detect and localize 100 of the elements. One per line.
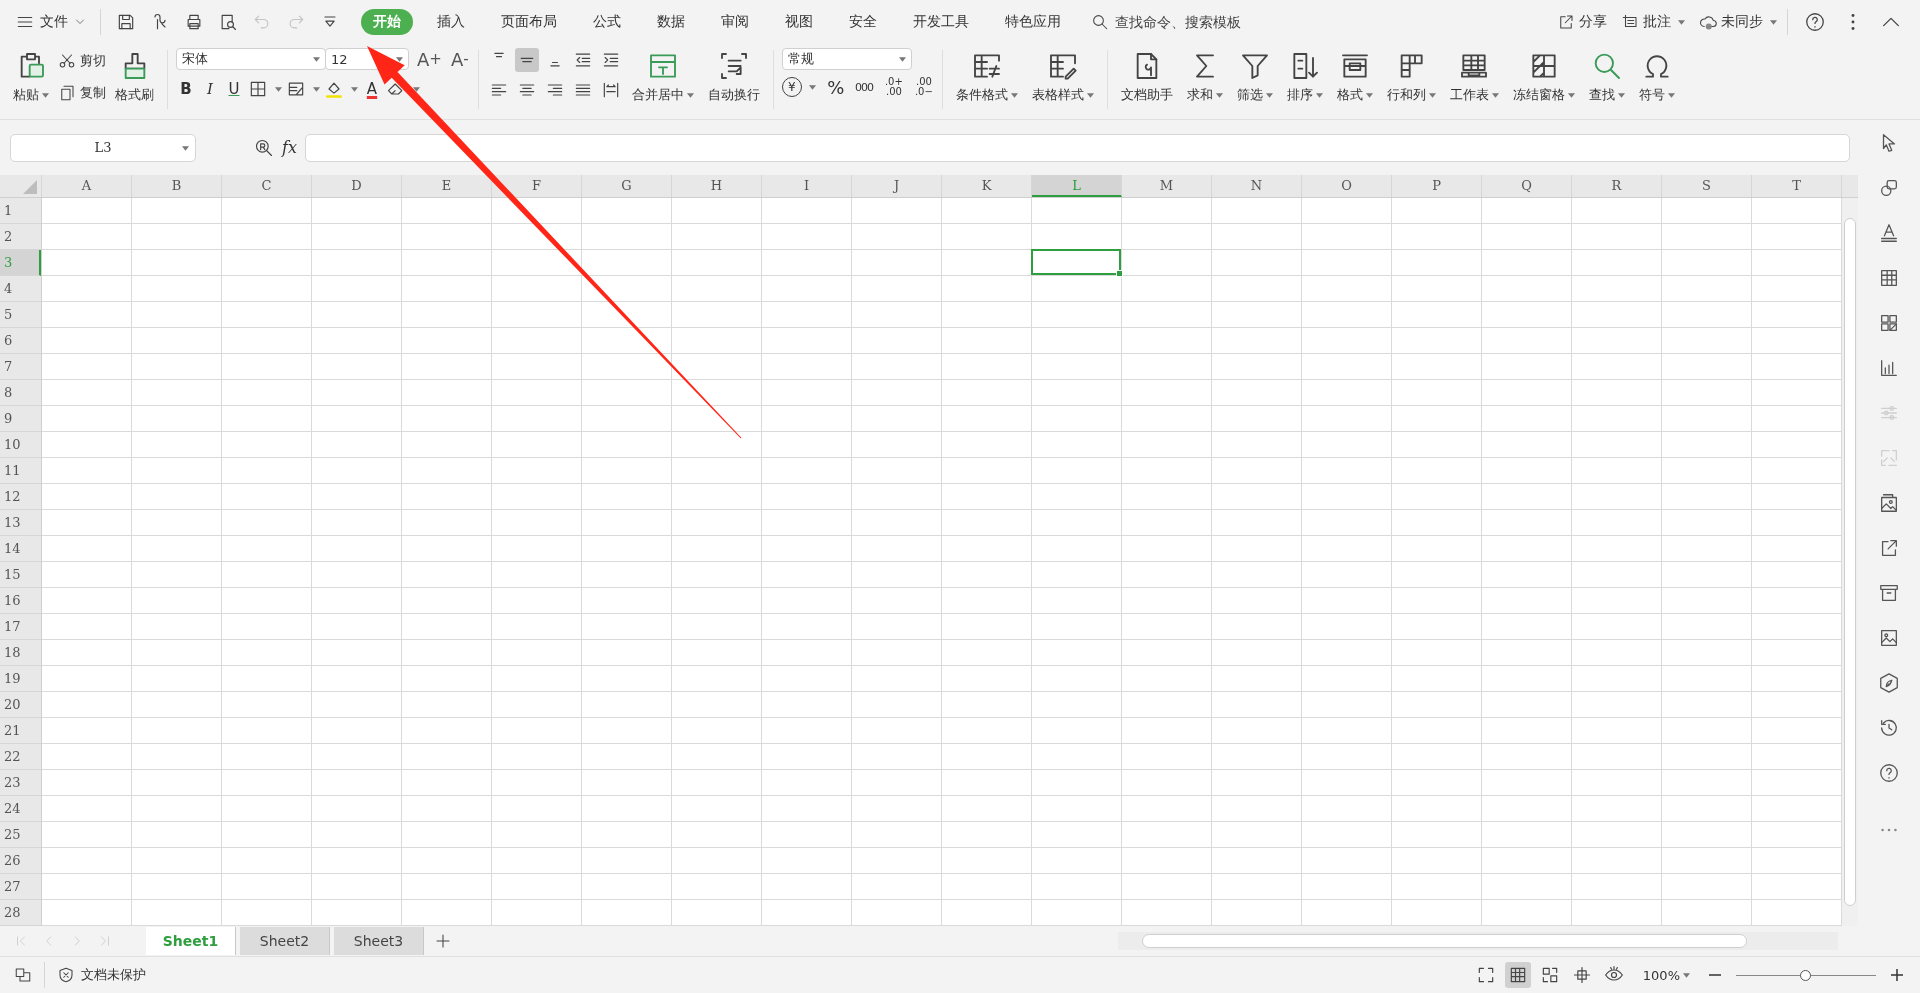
ribbon-tool-button[interactable]: 工作表 (1444, 48, 1504, 106)
thousands-separator-button[interactable]: 000 (853, 76, 874, 98)
horizontal-scrollbar[interactable] (1118, 932, 1838, 951)
column-header[interactable]: T (1752, 175, 1842, 198)
row-header[interactable]: 26 (0, 848, 41, 875)
borders-icon[interactable] (248, 79, 268, 99)
row-header[interactable]: 20 (0, 692, 41, 719)
image-icon[interactable] (1878, 627, 1900, 649)
text-style-icon[interactable] (1878, 222, 1900, 244)
row-header[interactable]: 12 (0, 484, 41, 511)
ribbon-tab[interactable]: 数据 (645, 9, 697, 35)
zoom-slider-thumb[interactable] (1800, 969, 1811, 981)
row-header[interactable]: 24 (0, 796, 41, 823)
sync-button[interactable]: 未同步 (1699, 13, 1777, 31)
hexagon-leaf-icon[interactable] (1878, 672, 1900, 694)
ribbon-tool-button[interactable]: 文档助手 (1115, 48, 1178, 106)
ribbon-tool-button[interactable]: 格式 (1331, 48, 1378, 106)
ribbon-tool-button[interactable]: 行和列 (1381, 48, 1441, 106)
copy-button[interactable]: 复制 (58, 80, 106, 106)
column-header[interactable]: B (132, 175, 222, 198)
row-header[interactable]: 6 (0, 328, 41, 355)
paste-button[interactable]: 粘贴 (8, 48, 54, 106)
increase-decimal-button[interactable]: .0+ .00 (883, 76, 904, 98)
row-header[interactable]: 16 (0, 588, 41, 615)
ribbon-tool-button[interactable]: 筛选 (1231, 48, 1278, 106)
function-label[interactable]: fx (282, 138, 297, 158)
column-header[interactable]: H (672, 175, 762, 198)
shapes-icon[interactable] (1878, 177, 1900, 199)
wrap-text-button[interactable]: 自动换行 (702, 48, 765, 106)
row-header[interactable]: 10 (0, 432, 41, 459)
row-header[interactable]: 14 (0, 536, 41, 563)
row-header[interactable]: 9 (0, 406, 41, 433)
column-header[interactable]: C (222, 175, 312, 198)
ribbon-tool-button[interactable]: 排序 (1281, 48, 1328, 106)
ribbon-tool-button[interactable]: 符号 (1633, 48, 1680, 106)
sheet-tab[interactable]: Sheet3 (334, 927, 424, 956)
align-middle-icon[interactable] (514, 48, 539, 72)
command-search-field[interactable]: 查找命令、搜索模板 (1091, 13, 1287, 31)
ribbon-tab[interactable]: 特色应用 (993, 9, 1073, 35)
history-icon[interactable] (1878, 717, 1900, 739)
comment-button[interactable]: 批注 (1621, 13, 1685, 31)
save-icon[interactable] (116, 12, 136, 32)
row-header[interactable]: 13 (0, 510, 41, 537)
vertical-scrollbar[interactable] (1842, 198, 1858, 927)
column-header[interactable]: O (1302, 175, 1392, 198)
ribbon-tab[interactable]: 安全 (837, 9, 889, 35)
font-name-dropdown[interactable]: 宋体 (176, 48, 326, 70)
row-header[interactable]: 17 (0, 614, 41, 641)
ribbon-tab[interactable]: 公式 (581, 9, 633, 35)
ribbon-tool-button[interactable]: 冻结窗格 (1507, 48, 1580, 106)
row-header[interactable]: 11 (0, 458, 41, 485)
percent-button[interactable]: % (825, 76, 846, 98)
ribbon-tab[interactable]: 审阅 (709, 9, 761, 35)
column-header[interactable]: P (1392, 175, 1482, 198)
ribbon-tool-button[interactable]: 求和 (1181, 48, 1228, 106)
image-gallery-icon[interactable] (1878, 492, 1900, 514)
row-header[interactable]: 15 (0, 562, 41, 589)
font-color-button[interactable]: A (362, 78, 382, 100)
apps-grid-icon[interactable] (1878, 312, 1900, 334)
column-header[interactable]: I (762, 175, 852, 198)
bar-chart-icon[interactable] (1878, 357, 1900, 379)
cell-grid[interactable] (42, 198, 1842, 927)
help-icon[interactable] (1804, 11, 1826, 33)
row-header[interactable]: 4 (0, 276, 41, 303)
row-header[interactable]: 18 (0, 640, 41, 667)
protection-status[interactable]: 文档未保护 (57, 966, 146, 984)
column-header[interactable]: D (312, 175, 402, 198)
table-icon[interactable] (1878, 267, 1900, 289)
ribbon-tab[interactable]: 页面布局 (489, 9, 569, 35)
italic-button[interactable]: I (200, 78, 220, 100)
format-painter-button[interactable]: 格式刷 (110, 48, 159, 106)
cut-button[interactable]: 剪切 (58, 48, 106, 74)
ribbon-tool-button[interactable]: 查找 (1583, 48, 1630, 106)
row-header[interactable]: 5 (0, 302, 41, 329)
formula-input-field[interactable] (304, 133, 1850, 162)
name-box[interactable]: L3 (10, 133, 196, 162)
row-header[interactable]: 27 (0, 874, 41, 901)
bold-button[interactable]: B (176, 78, 196, 100)
conditional-format-button[interactable]: 条件格式 (950, 48, 1023, 106)
zoom-in-icon[interactable] (1888, 966, 1906, 984)
column-header[interactable]: Q (1482, 175, 1572, 198)
underline-button[interactable]: U (224, 78, 244, 100)
row-header[interactable]: 19 (0, 666, 41, 693)
row-header[interactable]: 21 (0, 718, 41, 745)
ribbon-tab[interactable]: 插入 (425, 9, 477, 35)
column-header[interactable]: N (1212, 175, 1302, 198)
row-header[interactable]: 8 (0, 380, 41, 407)
help-icon[interactable] (1878, 762, 1900, 784)
row-header[interactable]: 22 (0, 744, 41, 771)
sheet-tab[interactable]: Sheet2 (240, 927, 330, 956)
archive-icon[interactable] (1878, 582, 1900, 604)
share-button[interactable]: 分享 (1557, 13, 1607, 31)
number-format-dropdown[interactable]: 常规 (781, 48, 912, 70)
lookup-icon[interactable] (254, 137, 274, 158)
row-header[interactable]: 25 (0, 822, 41, 849)
ribbon-tab[interactable]: 开发工具 (901, 9, 981, 35)
table-style-button[interactable]: 表格样式 (1026, 48, 1099, 106)
file-menu[interactable]: 文件 (12, 13, 90, 31)
row-header[interactable]: 1 (0, 198, 41, 225)
row-header[interactable]: 7 (0, 354, 41, 381)
